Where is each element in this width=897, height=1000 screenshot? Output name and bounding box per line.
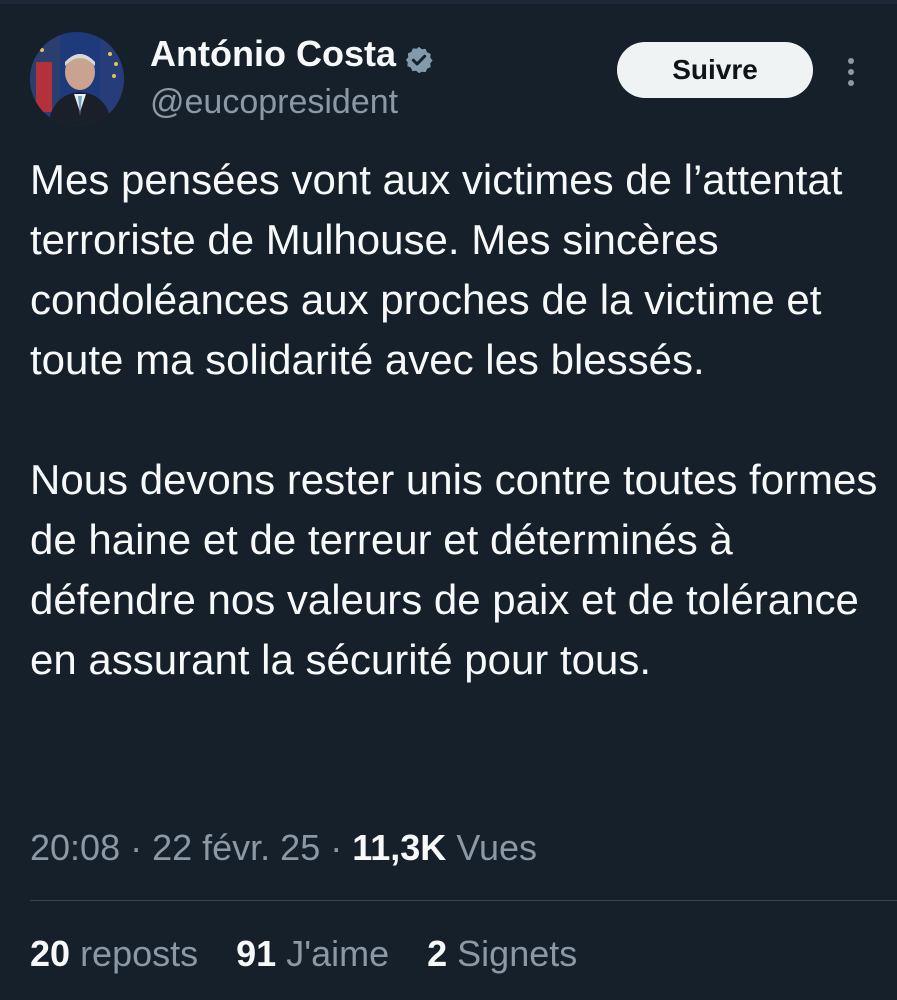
- tweet-time[interactable]: 20:08: [30, 827, 120, 868]
- reposts-stat[interactable]: 20 reposts: [30, 933, 198, 974]
- top-edge: [0, 0, 897, 4]
- meta-separator: ·: [120, 827, 153, 868]
- follow-button[interactable]: Suivre: [617, 42, 813, 98]
- bookmarks-stat[interactable]: 2 Signets: [427, 933, 577, 974]
- likes-count: 91: [236, 933, 277, 974]
- verified-badge-icon[interactable]: [404, 39, 434, 74]
- tweet-meta: 20:08 · 22 févr. 25 · 11,3K Vues: [30, 822, 537, 874]
- more-vertical-icon[interactable]: [838, 52, 862, 92]
- avatar[interactable]: [30, 32, 124, 126]
- likes-stat[interactable]: 91 J'aime: [236, 933, 389, 974]
- views-label: Vues: [456, 827, 538, 868]
- author-name[interactable]: António Costa: [150, 30, 434, 78]
- divider: [30, 900, 897, 901]
- tweet-stats: 20 reposts 91 J'aime 2 Signets: [30, 928, 605, 980]
- tweet-text: Mes pensées vont aux victimes de l’atten…: [30, 150, 880, 690]
- bookmarks-label: Signets: [457, 933, 578, 974]
- reposts-count: 20: [30, 933, 71, 974]
- views-count: 11,3K: [352, 827, 447, 868]
- tweet-date[interactable]: 22 févr. 25: [152, 827, 320, 868]
- bookmarks-count: 2: [427, 933, 448, 974]
- meta-separator: ·: [320, 827, 353, 868]
- likes-label: J'aime: [286, 933, 390, 974]
- tweet-paragraph-1: Mes pensées vont aux victimes de l’atten…: [30, 156, 843, 383]
- tweet-paragraph-2: Nous devons rester unis contre toutes fo…: [30, 456, 878, 683]
- author-handle[interactable]: @eucopresident: [150, 80, 398, 124]
- author-name-text: António Costa: [150, 33, 396, 74]
- reposts-label: reposts: [80, 933, 199, 974]
